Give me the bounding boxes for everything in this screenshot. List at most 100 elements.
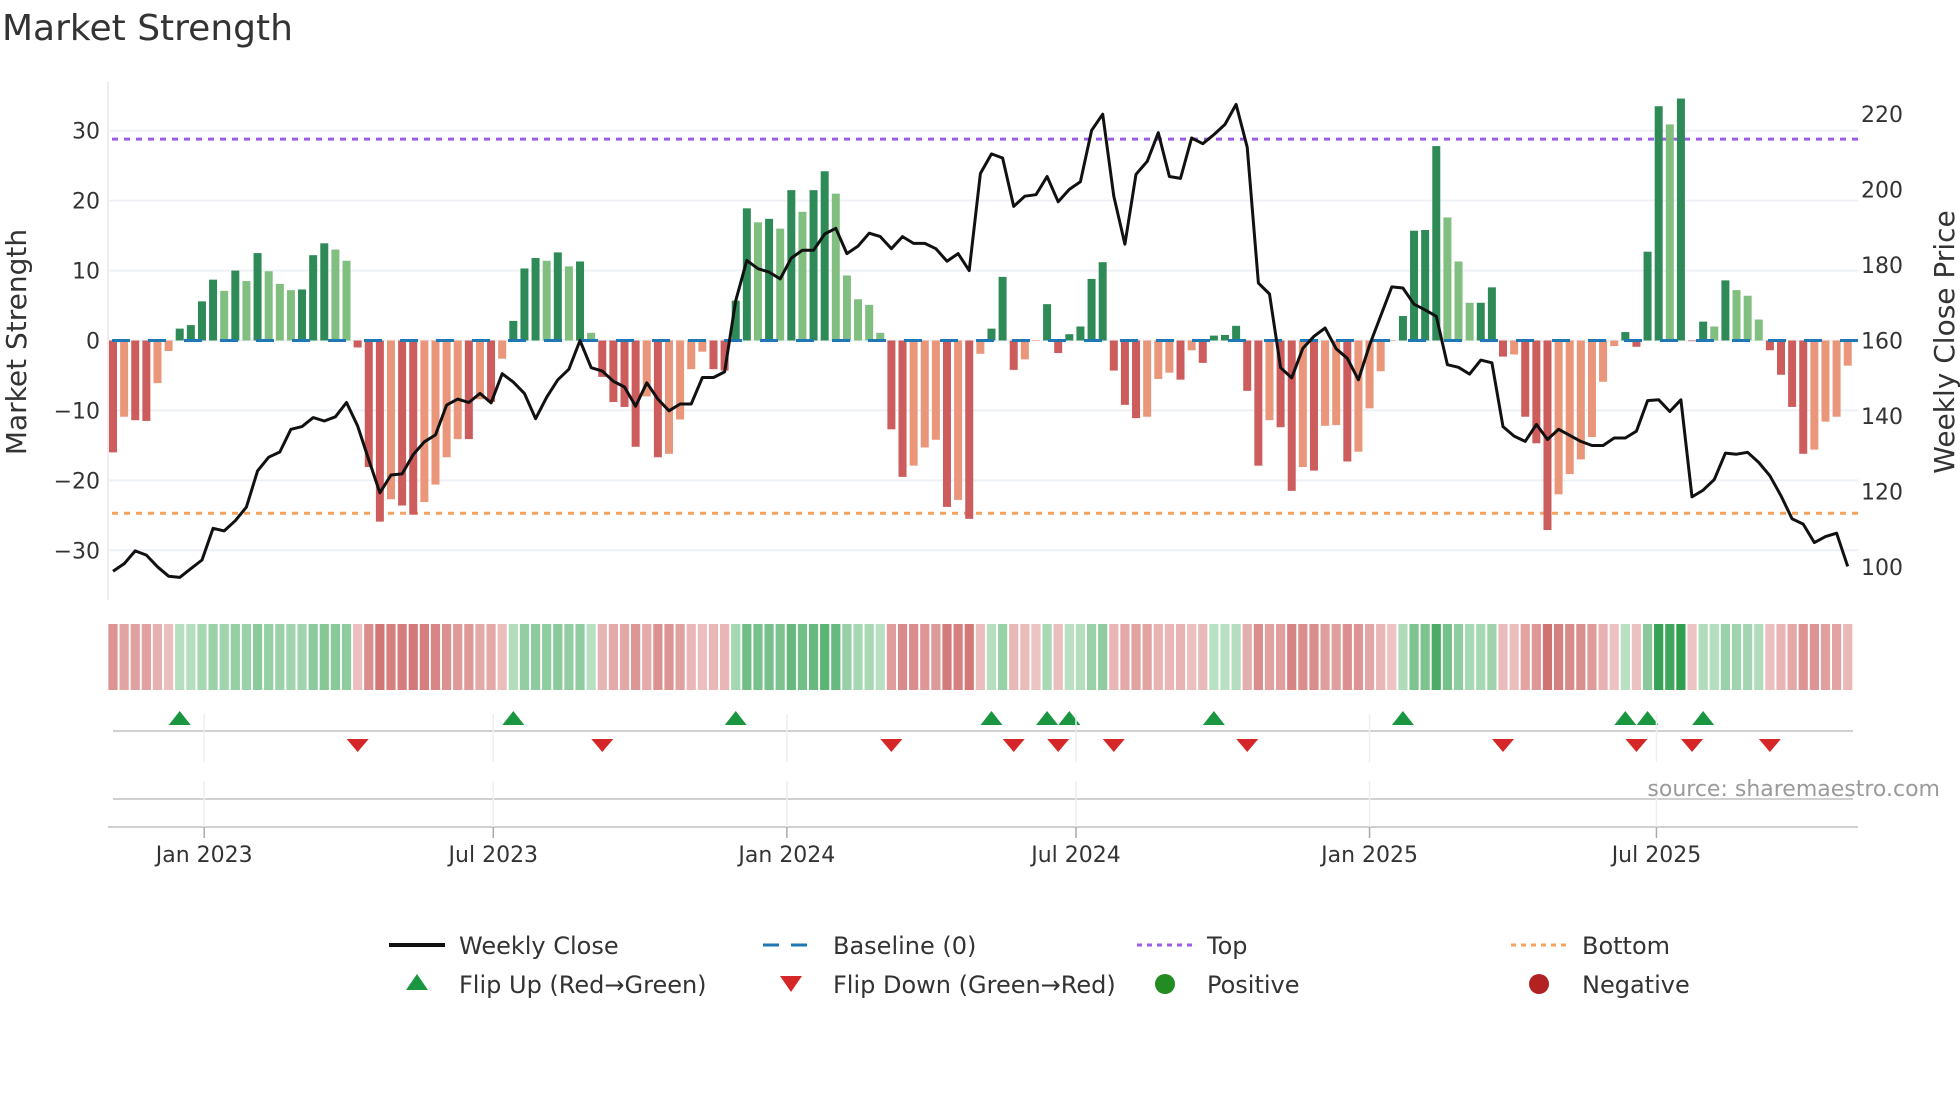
strength-bar bbox=[131, 340, 140, 421]
flip-down-marker bbox=[346, 739, 369, 752]
strip-cell bbox=[1142, 624, 1152, 690]
strength-bar bbox=[553, 252, 562, 341]
strip-cell bbox=[708, 624, 719, 690]
strip-cell bbox=[1487, 624, 1497, 690]
strip-cell bbox=[909, 624, 919, 690]
strip-cell bbox=[1542, 624, 1553, 690]
y-tick-label: 30 bbox=[72, 120, 100, 145]
strip-cell bbox=[419, 624, 429, 690]
strength-bar bbox=[231, 270, 240, 341]
legend-label: Flip Down (Green→Red) bbox=[833, 971, 1116, 999]
strength-bar bbox=[676, 340, 685, 420]
strip-cell bbox=[897, 624, 908, 690]
strip-cell bbox=[564, 624, 574, 690]
strength-bar bbox=[1309, 340, 1318, 471]
strip-cell bbox=[1131, 624, 1141, 690]
strength-bar bbox=[1487, 287, 1496, 341]
strength-bar bbox=[1832, 340, 1841, 417]
strip-cell bbox=[1676, 624, 1686, 690]
strength-bar bbox=[976, 340, 985, 354]
strength-bar bbox=[1432, 146, 1441, 341]
y2-tick-label: 120 bbox=[1861, 481, 1903, 506]
strength-bar bbox=[309, 255, 318, 341]
strip-cell bbox=[786, 624, 796, 690]
strip-cell bbox=[108, 624, 118, 690]
strength-bar bbox=[1354, 340, 1363, 452]
strip-cell bbox=[1598, 624, 1608, 690]
strip-cell bbox=[1743, 624, 1753, 690]
strength-bar bbox=[1454, 261, 1463, 341]
y2-tick-label: 180 bbox=[1861, 254, 1903, 279]
strength-bar bbox=[831, 193, 840, 341]
strength-bar bbox=[1076, 326, 1085, 341]
strength-bar bbox=[342, 260, 351, 341]
strength-bar bbox=[153, 340, 162, 384]
strip-cell bbox=[241, 624, 252, 690]
strip-cell bbox=[1198, 624, 1208, 690]
strip-cell bbox=[1398, 624, 1408, 690]
strength-bar bbox=[854, 299, 863, 341]
strength-bar bbox=[931, 340, 940, 440]
strip-cell bbox=[964, 624, 974, 690]
strip-cell bbox=[464, 624, 474, 690]
strip-cell bbox=[353, 624, 363, 690]
strength-bar bbox=[197, 301, 206, 341]
strength-bar bbox=[1232, 325, 1241, 341]
strip-cell bbox=[1276, 624, 1286, 690]
strip-cell bbox=[1554, 624, 1564, 690]
strength-bar bbox=[609, 340, 618, 403]
strip-cell bbox=[197, 624, 207, 690]
strength-bar bbox=[576, 261, 585, 341]
x-tick-label: Jan 2024 bbox=[736, 843, 835, 868]
strength-bar bbox=[175, 328, 184, 341]
market-strength-chart: Market Strength 3020100−10−20−30 2202001… bbox=[0, 8, 1960, 999]
strength-bar bbox=[620, 340, 629, 407]
circle-icon bbox=[1155, 974, 1175, 994]
strip-cell bbox=[219, 624, 229, 690]
strength-bar bbox=[1120, 340, 1129, 405]
strength-bar bbox=[1065, 334, 1074, 341]
strength-bar bbox=[1087, 278, 1096, 341]
legend-item: Negative bbox=[1529, 971, 1690, 999]
triangle-down-icon bbox=[780, 976, 802, 992]
strip-cell bbox=[675, 624, 685, 690]
strength-bar bbox=[909, 340, 918, 466]
strip-cell bbox=[731, 624, 741, 690]
strength-bar bbox=[464, 340, 473, 440]
flip-down-marker bbox=[1047, 739, 1070, 752]
strip-cell bbox=[1720, 624, 1730, 690]
strip-cell bbox=[831, 624, 841, 690]
strength-bar bbox=[1098, 262, 1107, 341]
strength-bar bbox=[1510, 340, 1519, 355]
legend-item: Weekly Close bbox=[389, 932, 619, 960]
strip-cell bbox=[1187, 624, 1197, 690]
strip-cell bbox=[1843, 624, 1853, 690]
strip-cell bbox=[875, 624, 885, 690]
strip-cell bbox=[1498, 624, 1508, 690]
strength-bar bbox=[275, 283, 284, 341]
strength-bar bbox=[1565, 340, 1574, 475]
strip-cell bbox=[1409, 624, 1419, 690]
strip-cell bbox=[797, 624, 808, 690]
strength-bar bbox=[1810, 340, 1819, 450]
strip-cell bbox=[1453, 624, 1464, 690]
strength-bar bbox=[1754, 319, 1763, 341]
strength-bar bbox=[1476, 302, 1485, 341]
strength-bar bbox=[865, 304, 874, 341]
flip-up-marker bbox=[1614, 711, 1637, 725]
strip-cell bbox=[330, 624, 340, 690]
strip-cell bbox=[1342, 624, 1352, 690]
legend-item: Bottom bbox=[1511, 932, 1670, 960]
flip-down-marker bbox=[591, 739, 614, 752]
strip-cell bbox=[1309, 624, 1319, 690]
y-tick-label: 0 bbox=[86, 330, 100, 355]
strength-bar bbox=[943, 340, 951, 507]
strip-cell bbox=[341, 624, 352, 690]
strength-bar bbox=[1332, 340, 1341, 426]
strip-cell bbox=[1387, 624, 1397, 690]
strength-bar bbox=[1821, 340, 1830, 422]
strength-bar bbox=[1243, 340, 1252, 391]
strength-bar bbox=[1054, 340, 1063, 354]
y2-tick-label: 200 bbox=[1861, 178, 1903, 203]
strip-cell bbox=[1098, 624, 1108, 690]
